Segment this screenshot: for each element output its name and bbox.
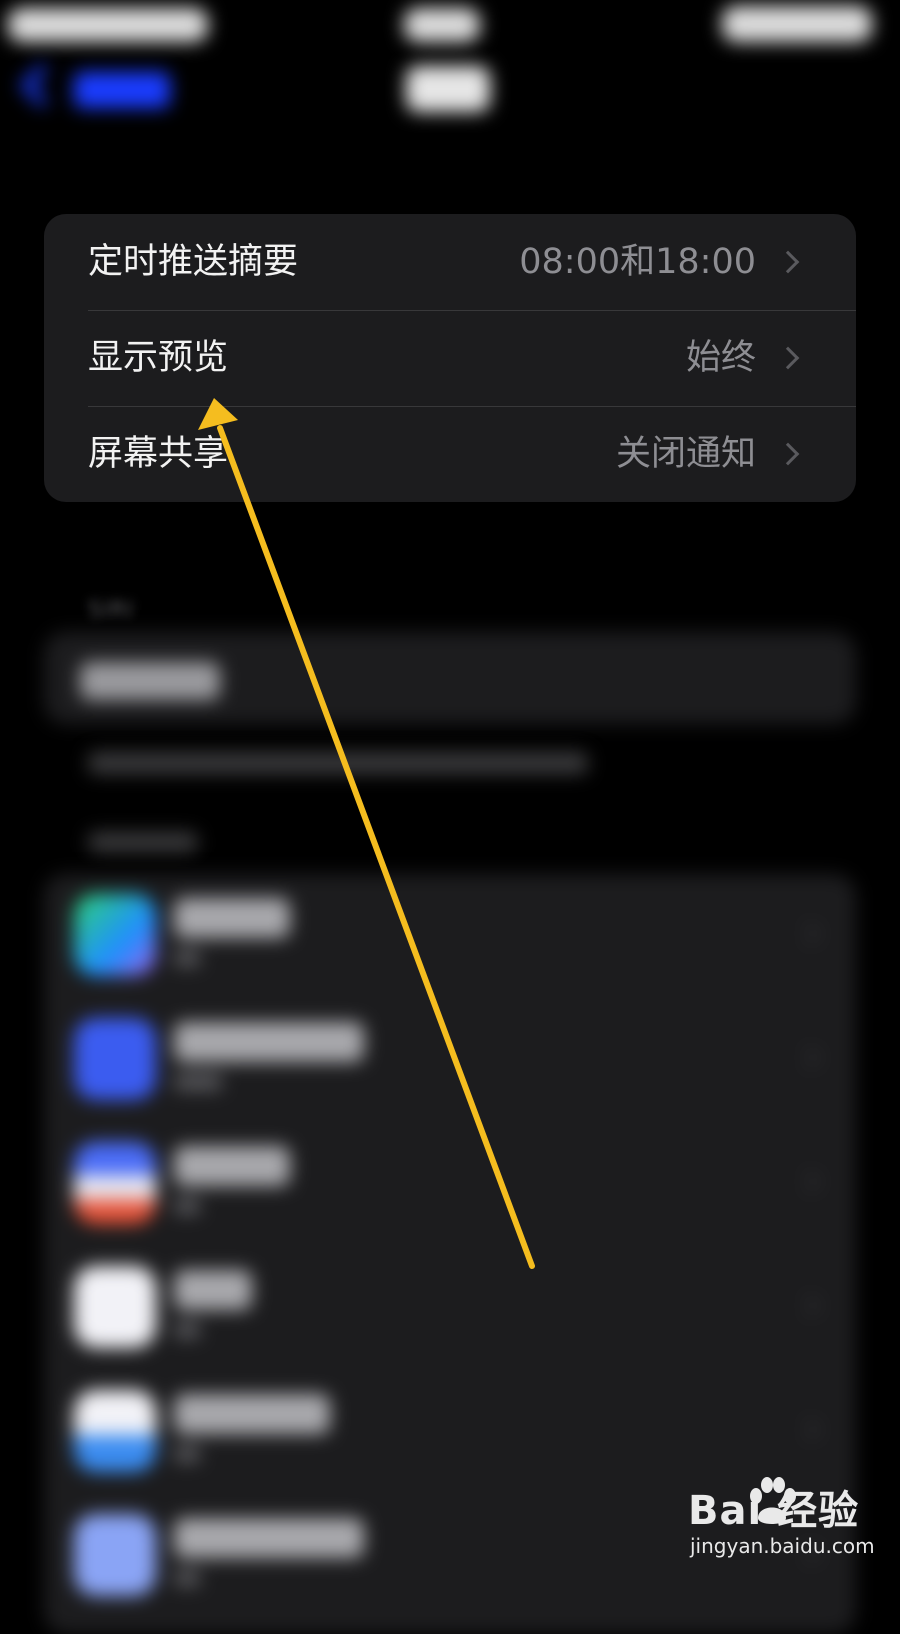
row-value: 始终	[685, 338, 756, 378]
row-label: 显示预览	[88, 338, 229, 378]
signal-icon	[8, 8, 208, 42]
row-label: 定时推送摘要	[88, 242, 299, 282]
app-name	[174, 898, 290, 938]
status-bar	[0, 0, 900, 50]
time-indicator	[404, 8, 480, 42]
row-value: 08:00和18:00	[519, 242, 756, 282]
app-icon	[74, 1142, 156, 1224]
app-row[interactable]	[44, 1122, 856, 1246]
app-name	[174, 1394, 330, 1434]
show-previews-row[interactable]: 显示预览 始终	[44, 310, 856, 406]
chevron-right-icon	[776, 346, 800, 370]
app-icon	[74, 1390, 156, 1472]
watermark-url: jingyan.baidu.com	[690, 1534, 875, 1558]
app-icon	[74, 1266, 156, 1348]
row-label: 屏幕共享	[88, 434, 229, 474]
app-icon	[74, 894, 156, 976]
app-row[interactable]	[44, 998, 856, 1122]
siri-footnote	[88, 752, 588, 774]
app-icon	[74, 1018, 156, 1100]
chevron-right-icon	[797, 1418, 820, 1441]
app-row[interactable]	[44, 874, 856, 998]
back-button[interactable]	[19, 63, 170, 116]
screen-sharing-row[interactable]: 屏幕共享 关闭通知	[44, 406, 856, 502]
app-status	[174, 1322, 200, 1338]
page-title	[406, 66, 490, 112]
back-label	[74, 72, 170, 108]
chevron-right-icon	[797, 1294, 820, 1317]
app-name	[174, 1518, 364, 1558]
chevron-right-icon	[797, 1170, 820, 1193]
chevron-right-icon	[776, 250, 800, 274]
paw-icon	[750, 1477, 796, 1524]
siri-row-label	[80, 662, 220, 700]
app-name	[174, 1270, 252, 1310]
app-name	[174, 1146, 290, 1186]
chevron-right-icon	[776, 442, 800, 466]
notification-settings-group: 定时推送摘要 08:00和18:00 显示预览 始终 屏幕共享 关闭通知	[44, 214, 856, 502]
app-status	[174, 950, 200, 966]
app-list-header	[88, 832, 198, 852]
siri-suggestions-row[interactable]	[44, 632, 856, 724]
app-status	[174, 1074, 222, 1090]
siri-section-header: SIRI	[88, 598, 135, 623]
app-icon	[74, 1514, 156, 1596]
app-status	[174, 1198, 200, 1214]
app-row[interactable]	[44, 1370, 856, 1494]
chevron-left-icon	[19, 63, 64, 108]
app-status	[174, 1570, 200, 1586]
battery-icon	[722, 6, 872, 42]
chevron-right-icon	[797, 1046, 820, 1069]
app-status	[174, 1446, 200, 1462]
chevron-right-icon	[797, 922, 820, 945]
scheduled-summary-row[interactable]: 定时推送摘要 08:00和18:00	[44, 214, 856, 310]
baidu-jingyan-watermark: Bai 经验 jingyan.baidu.com	[688, 1477, 888, 1588]
app-row[interactable]	[44, 1246, 856, 1370]
app-name	[174, 1022, 364, 1062]
row-value: 关闭通知	[615, 434, 756, 474]
